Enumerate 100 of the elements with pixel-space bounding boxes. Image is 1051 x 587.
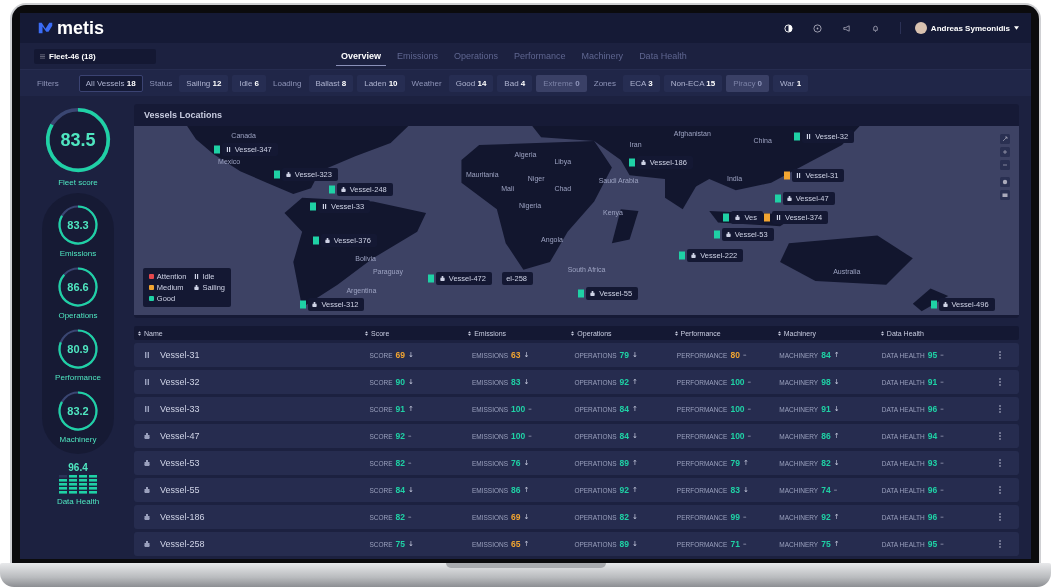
map-title: Vessels Locations [143, 109, 224, 122]
map-pin-icon[interactable] [273, 169, 280, 179]
map-pin-icon[interactable] [774, 194, 781, 204]
more-options-icon[interactable] [998, 378, 1001, 386]
ship-icon [640, 160, 646, 166]
filter-group-label: Zones [593, 78, 616, 88]
metric-value: 95 [927, 350, 938, 360]
sort-icon[interactable] [777, 330, 781, 336]
zoom-in-icon[interactable] [1000, 146, 1011, 157]
metric-value: 84 [395, 485, 406, 495]
filter-chip[interactable]: Laden 10 [357, 74, 405, 92]
user-menu[interactable]: Andreas Symeonidis [899, 22, 1019, 34]
metric-value: 75 [395, 539, 406, 549]
map-pin-icon[interactable] [628, 158, 635, 168]
filter-chip[interactable]: Bad 4 [497, 74, 533, 92]
map-pin-icon[interactable] [427, 273, 434, 283]
metric-value: 91 [395, 404, 406, 414]
filter-chip[interactable]: All Vessels 18 [78, 74, 143, 92]
map-pin-icon[interactable] [213, 145, 220, 154]
filter-group-label: Status [149, 78, 173, 88]
metric-value: 100 [511, 431, 526, 441]
filter-chip[interactable]: Good 14 [448, 74, 494, 92]
map-pin-icon[interactable] [930, 300, 937, 309]
metric-value: 79 [619, 350, 629, 360]
filter-chip[interactable]: Non-ECA 15 [663, 74, 723, 92]
tab[interactable]: Overview [336, 46, 387, 66]
more-options-icon[interactable] [998, 513, 1001, 521]
fleet-score-label: Fleet score [58, 178, 98, 187]
sort-icon[interactable] [138, 330, 141, 336]
sort-icon[interactable] [571, 330, 575, 336]
camera-icon[interactable] [1000, 189, 1011, 200]
map-pin-icon[interactable] [312, 235, 319, 245]
map-pin-icon[interactable] [328, 184, 335, 194]
metric-value: 80 [730, 350, 740, 360]
pause-icon [796, 173, 802, 179]
metric-value: 92 [619, 485, 629, 495]
more-options-icon[interactable] [998, 432, 1001, 440]
contrast-icon[interactable] [783, 23, 793, 33]
map-pin-icon[interactable] [578, 288, 585, 298]
ship-icon [285, 171, 291, 177]
sort-icon[interactable] [365, 330, 368, 336]
more-options-icon[interactable] [998, 459, 1001, 467]
fleet-score-value: 83.5 [60, 129, 96, 151]
metric-value: 98 [821, 377, 831, 387]
metric-value: 90 [395, 377, 406, 387]
filter-chip[interactable]: Sailing 12 [179, 74, 229, 92]
map-pin-icon[interactable] [300, 300, 307, 309]
vessel-name: Vessel-32 [160, 377, 200, 387]
metric-value: 82 [821, 458, 831, 468]
pause-icon [144, 406, 150, 412]
metric-value: 94 [927, 431, 938, 441]
help-icon[interactable] [812, 23, 822, 33]
fleet-selector[interactable]: Fleet-46 (18) [34, 48, 156, 64]
metric-value: 89 [619, 539, 629, 549]
logo-text: metis [57, 17, 105, 39]
data-health-value: 96.4 [68, 462, 88, 473]
ship-icon [340, 186, 346, 192]
sort-icon[interactable] [674, 330, 678, 336]
filter-chip[interactable]: Idle 6 [232, 74, 266, 92]
map-pin-icon[interactable] [794, 131, 801, 141]
list-icon [40, 53, 45, 59]
sort-icon[interactable] [880, 330, 884, 336]
metric-value: 95 [927, 539, 938, 549]
vessel-name: Vessel-31 [160, 350, 200, 360]
metric-value: 84 [619, 431, 629, 441]
score-label: Operations [58, 311, 98, 320]
metric-value: 92 [619, 377, 629, 387]
metric-value: 96 [927, 485, 938, 495]
fullscreen-icon[interactable] [1000, 133, 1011, 144]
score-gauge [56, 203, 100, 247]
more-options-icon[interactable] [998, 405, 1001, 413]
metric-value: 86 [821, 431, 831, 441]
more-options-icon[interactable] [998, 351, 1001, 359]
filter-chip[interactable]: Ballast 8 [308, 74, 354, 92]
more-options-icon[interactable] [998, 486, 1001, 494]
filter-chip[interactable]: ECA 3 [623, 74, 660, 92]
sort-icon[interactable] [468, 330, 472, 336]
globe-icon[interactable] [1000, 176, 1011, 187]
filter-chip[interactable]: War 1 [773, 74, 809, 92]
metric-value: 69 [511, 512, 521, 522]
score-gauge [56, 265, 100, 309]
metric-value: 71 [730, 539, 740, 549]
score-value: 83.3 [67, 219, 89, 231]
map-pin-icon[interactable] [723, 213, 730, 223]
map-pin-icon[interactable] [784, 171, 791, 181]
metric-value: 100 [511, 404, 526, 414]
map-pin-icon[interactable] [679, 250, 686, 260]
filter-group-label: Weather [411, 78, 442, 88]
ship-icon [725, 232, 731, 238]
megaphone-icon[interactable] [841, 23, 851, 33]
metric-value: 91 [927, 377, 938, 387]
metric-value: 100 [730, 431, 745, 441]
bell-icon[interactable] [870, 23, 880, 33]
map-pin-icon[interactable] [764, 213, 771, 223]
map-pin-icon[interactable] [310, 201, 317, 211]
map-pin-icon[interactable] [713, 230, 720, 240]
fleet-name: Fleet-46 (18) [49, 51, 96, 61]
avatar [914, 22, 927, 34]
metric-value: 92 [821, 512, 831, 522]
more-options-icon[interactable] [998, 540, 1001, 548]
